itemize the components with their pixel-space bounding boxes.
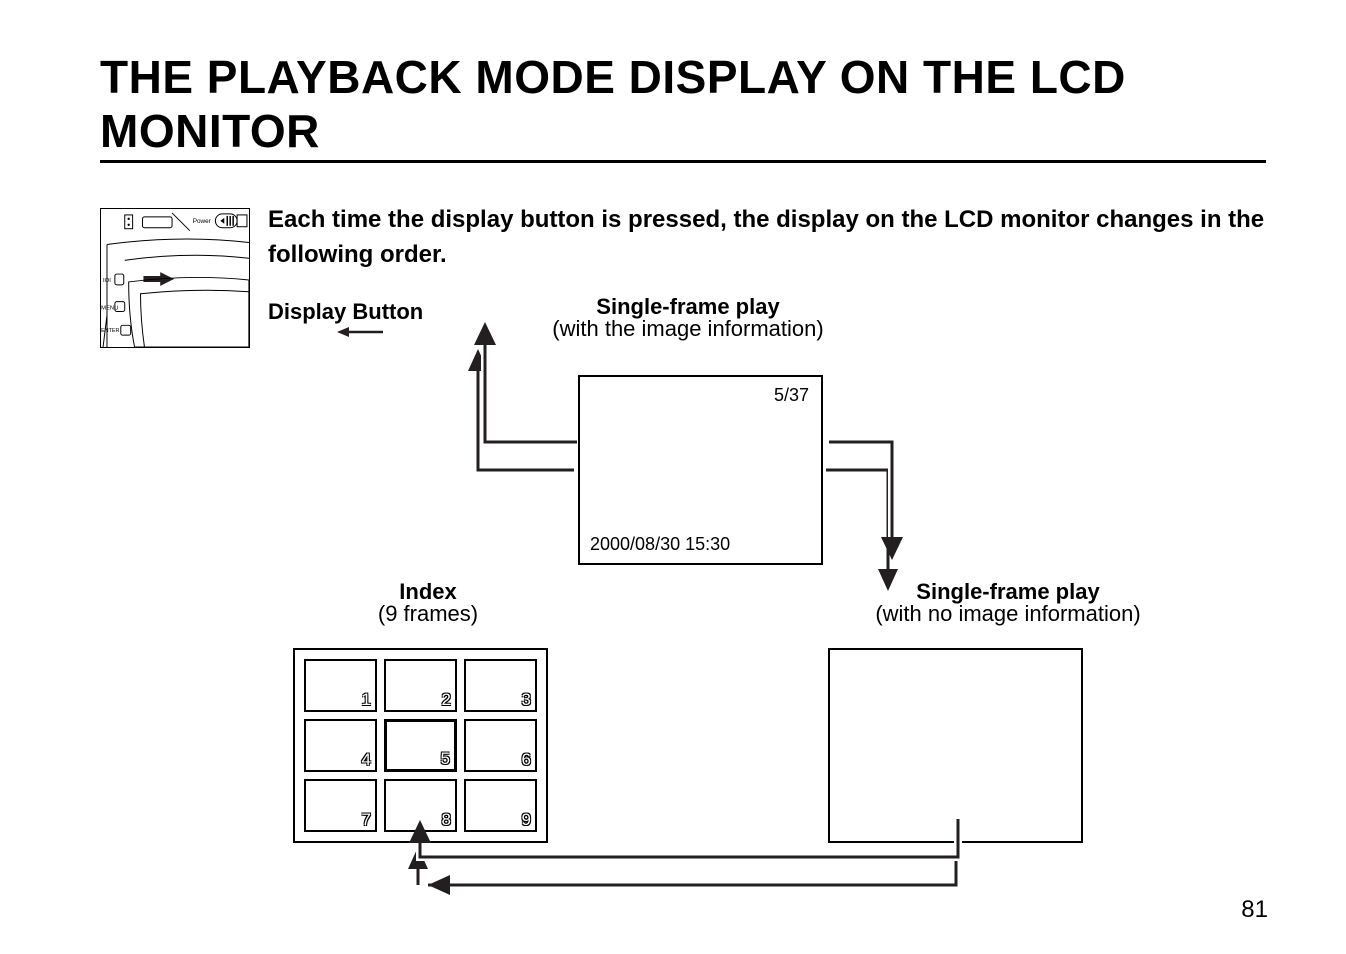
index-grid: 1 2 3 4 5 6 7 8 9: [293, 648, 548, 843]
index-cell: 1: [304, 659, 377, 712]
index-sub: (9 frames): [338, 602, 518, 626]
index-cell: 2: [384, 659, 457, 712]
single-frame-noinfo-label: Single-frame play (with no image informa…: [828, 580, 1188, 626]
index-cell-num: 8: [442, 810, 451, 830]
camera-svg: Power IOI MENU ENTER: [101, 209, 249, 347]
index-cell-num: 3: [522, 690, 531, 710]
index-cell-num: 1: [362, 690, 371, 710]
index-cell-num: 2: [442, 690, 451, 710]
index-cell-selected: 5: [384, 719, 457, 772]
display-cycle-diagram: Display Button Single-frame play (with t…: [268, 295, 1208, 895]
index-cell-num: 4: [362, 750, 371, 770]
index-cell: 9: [464, 779, 537, 832]
single-frame-info-label: Single-frame play (with the image inform…: [523, 295, 853, 341]
index-label: Index (9 frames): [338, 580, 518, 626]
arrow-left-icon: [337, 326, 383, 338]
right-column: Each time the display button is pressed,…: [268, 203, 1266, 895]
display-button-text: Display Button: [268, 300, 423, 324]
lcd-blank: [828, 648, 1083, 843]
index-cell-num: 6: [522, 750, 531, 770]
index-cell: 8: [384, 779, 457, 832]
display-button-label: Display Button: [268, 300, 423, 343]
index-cell-num: 7: [362, 810, 371, 830]
single-frame-info-sub: (with the image information): [523, 317, 853, 341]
index-cell-num: 5: [441, 749, 450, 769]
index-cell: 3: [464, 659, 537, 712]
power-text: Power: [193, 218, 212, 225]
page-title: THE PLAYBACK MODE DISPLAY ON THE LCD MON…: [100, 50, 1266, 163]
single-frame-noinfo-sub: (with no image information): [828, 602, 1188, 626]
intro-text: Each time the display button is pressed,…: [268, 203, 1266, 273]
camera-illustration: Power IOI MENU ENTER: [100, 208, 250, 348]
image-datetime: 2000/08/30 15:30: [590, 534, 730, 555]
index-cell: 4: [304, 719, 377, 772]
io-text: IOI: [103, 278, 111, 284]
index-cell: 6: [464, 719, 537, 772]
menu-text: MENU: [101, 306, 118, 312]
lcd-with-info: 5/37 2000/08/30 15:30: [578, 375, 823, 565]
enter-text: ENTER: [101, 328, 119, 334]
content-row: Power IOI MENU ENTER Each: [100, 203, 1266, 895]
page-number: 81: [1241, 896, 1268, 924]
image-counter: 5/37: [774, 385, 809, 406]
index-cell-num: 9: [522, 810, 531, 830]
index-cell: 7: [304, 779, 377, 832]
